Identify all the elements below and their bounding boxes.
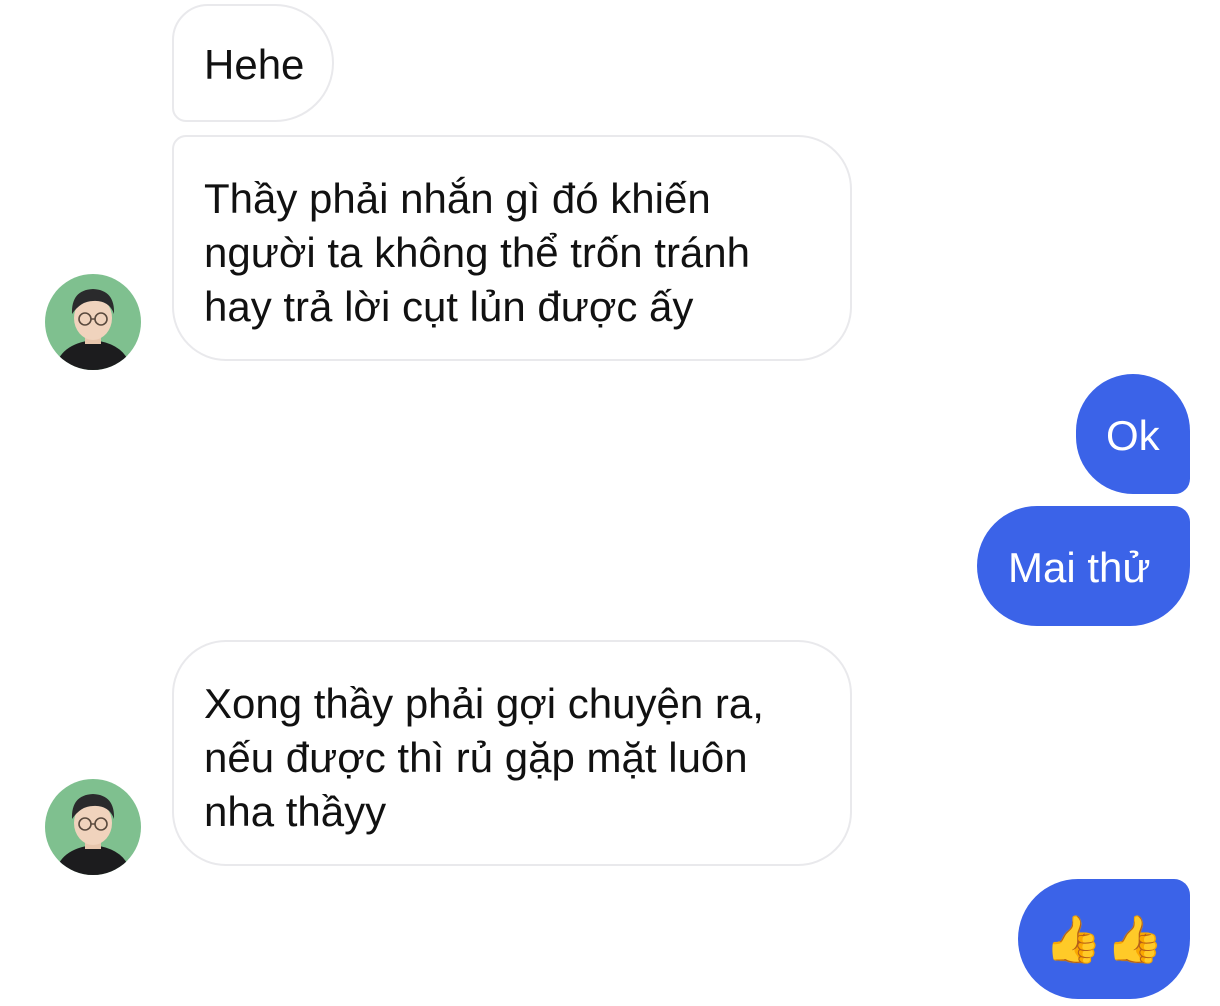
incoming-message-bubble[interactable]: Xong thầy phải gợi chuyện ra, nếu được t… [172, 640, 852, 866]
outgoing-message-bubble[interactable]: Mai thử [977, 506, 1190, 626]
message-text: Mai thử [1008, 544, 1151, 591]
contact-avatar[interactable] [45, 779, 141, 875]
message-text: Thầy phải nhắn gì đó khiến [204, 175, 711, 222]
thumbs-up-icon: 👍 [1044, 912, 1102, 966]
avatar-icon [45, 779, 141, 875]
message-text: người ta không thể trốn tránh [204, 229, 750, 276]
avatar-icon [45, 274, 141, 370]
message-text: nếu được thì rủ gặp mặt luôn [204, 734, 748, 781]
message-text: Hehe [204, 41, 305, 88]
message-text: nha thầyy [204, 788, 387, 835]
incoming-message-bubble[interactable]: Hehe [172, 4, 334, 122]
outgoing-emoji-bubble[interactable]: 👍 👍 [1018, 879, 1190, 999]
message-text: hay trả lời cụt lủn được ấy [204, 283, 694, 330]
message-text: Xong thầy phải gợi chuyện ra, [204, 680, 764, 727]
message-text: Ok [1106, 412, 1160, 459]
incoming-message-bubble[interactable]: Thầy phải nhắn gì đó khiến người ta khôn… [172, 135, 852, 361]
contact-avatar[interactable] [45, 274, 141, 370]
thumbs-up-icon: 👍 [1106, 912, 1164, 966]
outgoing-message-bubble[interactable]: Ok [1076, 374, 1190, 494]
